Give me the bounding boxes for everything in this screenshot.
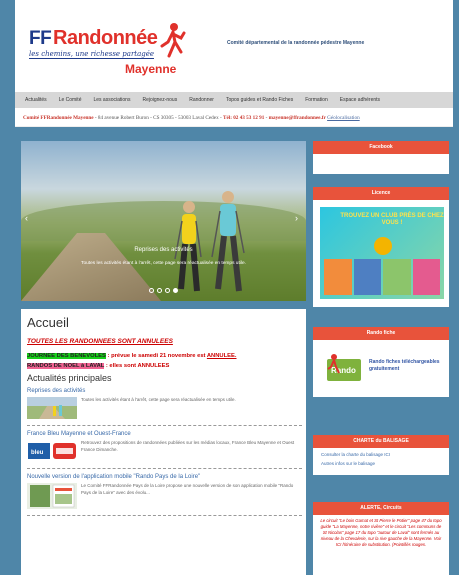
alerte-circuits-widget: ALERTE, Circuits Le circuit "Le bois Gam… bbox=[313, 502, 449, 575]
nav-item-actualites[interactable]: Actualités bbox=[15, 97, 53, 103]
noel-text: : elles sont ANNULEES bbox=[104, 363, 170, 369]
licence-photo bbox=[412, 259, 440, 295]
facebook-widget: Facebook bbox=[313, 141, 449, 174]
svg-text:Rando: Rando bbox=[331, 366, 356, 375]
licence-banner[interactable]: TROUVEZ UN CLUB PRÈS DE CHEZ VOUS ! bbox=[320, 207, 444, 299]
slide-text: Toutes les activités étant à l'arrêt, ce… bbox=[81, 261, 246, 266]
facebook-header[interactable]: Facebook bbox=[313, 141, 449, 154]
rando-fiche-text[interactable]: Rando fiches téléchargeables gratuitemen… bbox=[369, 359, 449, 373]
geolocalisation-link[interactable]: Géolocalisation bbox=[327, 115, 360, 121]
ffrandonnee-logo[interactable]: FF Randonnée les chemins, une richesse p… bbox=[29, 23, 199, 80]
noel-label: RANDOS DE NOEL à LAVAL bbox=[27, 363, 105, 369]
image-slider[interactable]: Reprises des activités Toutes les activi… bbox=[21, 141, 306, 301]
licence-photos bbox=[324, 259, 440, 295]
benevoles-line: JOURNEE DES BENEVOLES : prévue le samedi… bbox=[27, 353, 302, 359]
slide-title[interactable]: Reprises des activités bbox=[21, 247, 306, 253]
licence-photo bbox=[383, 259, 411, 295]
benevoles-status: ANNULEE. bbox=[206, 353, 237, 359]
news-text: Toutes les activités étant à l'arrêt, ce… bbox=[81, 397, 236, 402]
benevoles-label: JOURNEE DES BENEVOLES bbox=[27, 353, 106, 359]
content-panel: Accueil TOUTES LES RANDONNEES SONT ANNUL… bbox=[21, 309, 306, 575]
nav-item-rejoignez-nous[interactable]: Rejoignez-nous bbox=[136, 97, 183, 103]
benevoles-text: : prévue le samedi 21 novembre est bbox=[105, 353, 207, 359]
main-area: Reprises des activités Toutes les activi… bbox=[15, 127, 453, 575]
charte-header: CHARTE du BALISAGE bbox=[313, 435, 449, 448]
committee-title: Comité départemental de la randonnée péd… bbox=[227, 40, 365, 46]
licence-photo bbox=[353, 259, 381, 295]
news-text: Retrouvez des propositions de randonnées… bbox=[81, 440, 295, 452]
news-item: Nouvelle version de l'application mobile… bbox=[27, 474, 302, 509]
hiker-icon bbox=[160, 23, 186, 58]
rando-fiche-header: Rando fiche bbox=[313, 327, 449, 340]
contact-name: Comité FFRandonnée Mayenne bbox=[23, 115, 94, 121]
news-heading: Actualités principales bbox=[27, 373, 112, 383]
balisage-info-link[interactable]: Autres infos sur le balisage bbox=[313, 461, 449, 466]
app-screenshot-thumbnail[interactable] bbox=[27, 483, 77, 509]
badge-icon bbox=[374, 237, 392, 255]
contact-tel: Tél: 02 43 53 12 91 bbox=[222, 115, 265, 121]
walker-figure bbox=[211, 191, 245, 292]
news-text: Le Comité FFRandonnée Pays de la Loire p… bbox=[81, 483, 294, 495]
alerte-text: Le circuit "Le bois Gamat et St Pierre l… bbox=[320, 518, 442, 548]
nav-item-associations[interactable]: Les associations bbox=[87, 97, 136, 103]
news-title[interactable]: France Bleu Mayenne et Ouest-France bbox=[27, 431, 302, 437]
slider-next-icon[interactable]: › bbox=[295, 213, 298, 223]
slider-dot[interactable] bbox=[149, 288, 154, 293]
slider-path bbox=[21, 233, 161, 301]
france-bleu-ouest-france-logo[interactable]: bleu bbox=[27, 440, 77, 462]
divider bbox=[27, 468, 302, 469]
svg-text:bleu: bleu bbox=[31, 450, 44, 456]
nav-item-formation[interactable]: Formation bbox=[299, 97, 334, 103]
contact-bar: Comité FFRandonnée Mayenne - 84 avenue R… bbox=[15, 115, 453, 127]
slider-dot[interactable] bbox=[157, 288, 162, 293]
slider-dot[interactable] bbox=[165, 288, 170, 293]
slider-dots bbox=[149, 288, 178, 293]
logo-tagline: les chemins, une richesse partagée bbox=[29, 50, 155, 59]
news-title[interactable]: Reprises des activités bbox=[27, 388, 302, 394]
news-thumbnail[interactable] bbox=[27, 397, 77, 419]
nav-item-espace-adherents[interactable]: Espace adhérents bbox=[334, 97, 386, 103]
contact-address: - 84 avenue Robert Buron - CS 30305 - 53… bbox=[93, 115, 223, 121]
charte-link[interactable]: Consulter la charte du balisage ICI bbox=[313, 452, 449, 457]
alerte-header: ALERTE, Circuits bbox=[313, 502, 449, 515]
rando-fiche-logo-icon[interactable]: Rando bbox=[325, 351, 363, 389]
logo-ff-text: FF bbox=[29, 28, 52, 49]
charte-balisage-widget: CHARTE du BALISAGE Consulter la charte d… bbox=[313, 435, 449, 475]
logo-region: Mayenne bbox=[125, 62, 177, 76]
news-item: France Bleu Mayenne et Ouest-France bleu… bbox=[27, 431, 302, 462]
divider bbox=[27, 425, 302, 426]
logo-rando-text: Randonnée bbox=[53, 27, 158, 49]
slider-dot-active[interactable] bbox=[173, 288, 178, 293]
nav-item-topos-guides[interactable]: Topos guides et Rando Fiches bbox=[220, 97, 299, 103]
page: FF Randonnée les chemins, une richesse p… bbox=[15, 0, 453, 575]
divider bbox=[27, 515, 302, 516]
licence-header: Licence bbox=[313, 187, 449, 200]
licence-banner-text: TROUVEZ UN CLUB PRÈS DE CHEZ VOUS ! bbox=[340, 213, 444, 227]
licence-widget: Licence TROUVEZ UN CLUB PRÈS DE CHEZ VOU… bbox=[313, 187, 449, 307]
nav-item-le-comite[interactable]: Le Comité bbox=[53, 97, 88, 103]
news-item: Reprises des activités Toutes les activi… bbox=[27, 388, 302, 419]
site-header: FF Randonnée les chemins, une richesse p… bbox=[15, 0, 453, 92]
slider-hills bbox=[21, 201, 306, 241]
contact-email[interactable]: mayenne@ffrandonnee.fr bbox=[269, 115, 326, 121]
noel-line: RANDOS DE NOEL à LAVAL : elles sont ANNU… bbox=[27, 363, 302, 369]
slider-prev-icon[interactable]: ‹ bbox=[25, 213, 28, 223]
licence-photo bbox=[324, 259, 352, 295]
news-title[interactable]: Nouvelle version de l'application mobile… bbox=[27, 474, 302, 480]
alert-cancelled: TOUTES LES RANDONNEES SONT ANNULEES bbox=[27, 338, 173, 345]
rando-fiche-widget: Rando fiche Rando Rando fiches télécharg… bbox=[313, 327, 449, 397]
nav-item-randonner[interactable]: Randonner bbox=[183, 97, 220, 103]
main-nav: Actualités Le Comité Les associations Re… bbox=[15, 92, 453, 108]
page-title: Accueil bbox=[27, 315, 69, 330]
